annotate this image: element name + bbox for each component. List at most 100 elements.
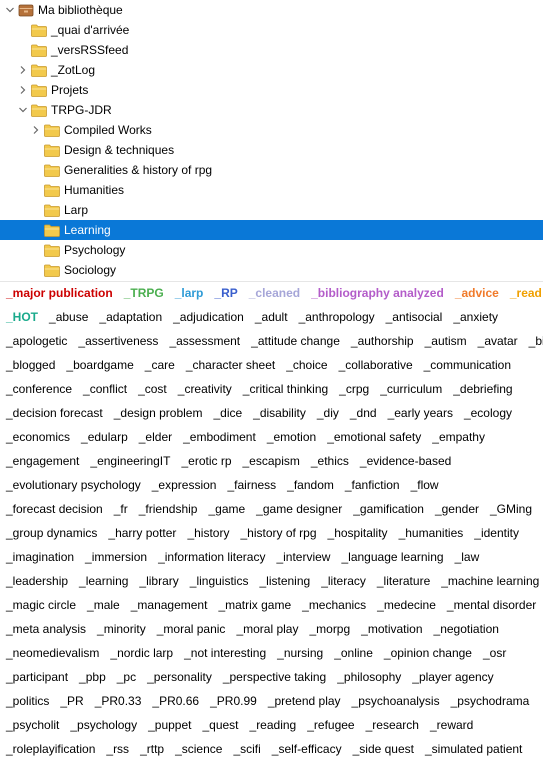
tag-matrix-game[interactable]: _matrix game bbox=[218, 598, 291, 612]
tag-anthropology[interactable]: _anthropology bbox=[299, 310, 375, 324]
collection-generalities-history-of-rpg[interactable]: Generalities & history of rpg bbox=[0, 160, 543, 180]
tag-bias[interactable]: _bias bbox=[529, 334, 543, 348]
tag-cleaned[interactable]: _cleaned bbox=[249, 286, 300, 300]
tag-read[interactable]: _read bbox=[510, 286, 542, 300]
tag-evolutionary-psychology[interactable]: _evolutionary psychology bbox=[6, 478, 141, 492]
tag-science[interactable]: _science bbox=[175, 742, 222, 756]
tag-attitude-change[interactable]: _attitude change bbox=[251, 334, 340, 348]
tag-pretend-play[interactable]: _pretend play bbox=[268, 694, 341, 708]
tag-avatar[interactable]: _avatar bbox=[478, 334, 518, 348]
tag-hospitality[interactable]: _hospitality bbox=[328, 526, 388, 540]
tag-game-designer[interactable]: _game designer bbox=[256, 502, 342, 516]
tag-engineeringit[interactable]: _engineeringIT bbox=[90, 454, 170, 468]
tag-rttp[interactable]: _rttp bbox=[140, 742, 164, 756]
tag-game[interactable]: _game bbox=[208, 502, 245, 516]
tag-forecast-decision[interactable]: _forecast decision bbox=[6, 502, 103, 516]
tag-anxiety[interactable]: _anxiety bbox=[453, 310, 498, 324]
collection-design-techniques[interactable]: Design & techniques bbox=[0, 140, 543, 160]
tag-cost[interactable]: _cost bbox=[138, 382, 167, 396]
tag-leadership[interactable]: _leadership bbox=[6, 574, 68, 588]
tag-diy[interactable]: _diy bbox=[317, 406, 339, 420]
tag-hot[interactable]: _HOT bbox=[6, 310, 38, 324]
tag-critical-thinking[interactable]: _critical thinking bbox=[243, 382, 328, 396]
tag-disability[interactable]: _disability bbox=[253, 406, 306, 420]
collection-learning[interactable]: Learning bbox=[0, 220, 543, 240]
tag-embodiment[interactable]: _embodiment bbox=[183, 430, 256, 444]
tag-player-agency[interactable]: _player agency bbox=[412, 670, 493, 684]
tag-emotional-safety[interactable]: _emotional safety bbox=[327, 430, 421, 444]
tag-interview[interactable]: _interview bbox=[276, 550, 330, 564]
tag-pr0-99[interactable]: _PR0.99 bbox=[210, 694, 257, 708]
tag-communication[interactable]: _communication bbox=[424, 358, 511, 372]
tag-law[interactable]: _law bbox=[455, 550, 480, 564]
tag-character-sheet[interactable]: _character sheet bbox=[186, 358, 275, 372]
tag-meta-analysis[interactable]: _meta analysis bbox=[6, 622, 86, 636]
tag-nordic-larp[interactable]: _nordic larp bbox=[110, 646, 173, 660]
tag-elder[interactable]: _elder bbox=[139, 430, 172, 444]
tag-immersion[interactable]: _immersion bbox=[85, 550, 147, 564]
chevron-right-icon[interactable] bbox=[31, 125, 41, 135]
collection-larp[interactable]: Larp bbox=[0, 200, 543, 220]
chevron-down-icon[interactable] bbox=[18, 105, 28, 115]
tag-dnd[interactable]: _dnd bbox=[350, 406, 377, 420]
tag-ethics[interactable]: _ethics bbox=[311, 454, 349, 468]
tag-humanities[interactable]: _humanities bbox=[399, 526, 464, 540]
tag-care[interactable]: _care bbox=[145, 358, 175, 372]
tag-literature[interactable]: _literature bbox=[377, 574, 430, 588]
tag-moral-panic[interactable]: _moral panic bbox=[157, 622, 226, 636]
tag-self-efficacy[interactable]: _self-efficacy bbox=[272, 742, 342, 756]
chevron-right-icon[interactable] bbox=[18, 85, 28, 95]
tag-assertiveness[interactable]: _assertiveness bbox=[78, 334, 158, 348]
tag-politics[interactable]: _politics bbox=[6, 694, 49, 708]
tag-authorship[interactable]: _authorship bbox=[351, 334, 414, 348]
tag-ecology[interactable]: _ecology bbox=[464, 406, 512, 420]
tag-fr[interactable]: _fr bbox=[114, 502, 128, 516]
collection-versrssfeed[interactable]: _versRSSfeed bbox=[0, 40, 543, 60]
tag-reward[interactable]: _reward bbox=[430, 718, 473, 732]
tag-opinion-change[interactable]: _opinion change bbox=[384, 646, 472, 660]
tag-perspective-taking[interactable]: _perspective taking bbox=[223, 670, 326, 684]
tag-medecine[interactable]: _medecine bbox=[377, 598, 436, 612]
tag-management[interactable]: _management bbox=[131, 598, 208, 612]
tag-scifi[interactable]: _scifi bbox=[233, 742, 260, 756]
tag-mechanics[interactable]: _mechanics bbox=[302, 598, 366, 612]
tag-gamification[interactable]: _gamification bbox=[353, 502, 424, 516]
tag-curriculum[interactable]: _curriculum bbox=[380, 382, 442, 396]
tag-engagement[interactable]: _engagement bbox=[6, 454, 79, 468]
tag-literacy[interactable]: _literacy bbox=[321, 574, 366, 588]
tag-side-quest[interactable]: _side quest bbox=[353, 742, 414, 756]
tag-group-dynamics[interactable]: _group dynamics bbox=[6, 526, 97, 540]
tag-economics[interactable]: _economics bbox=[6, 430, 70, 444]
tag-debriefing[interactable]: _debriefing bbox=[453, 382, 512, 396]
tag-dice[interactable]: _dice bbox=[213, 406, 242, 420]
tag-collaborative[interactable]: _collaborative bbox=[339, 358, 413, 372]
tag-motivation[interactable]: _motivation bbox=[361, 622, 422, 636]
tag-early-years[interactable]: _early years bbox=[388, 406, 453, 420]
tag-mental-disorder[interactable]: _mental disorder bbox=[447, 598, 536, 612]
tag-identity[interactable]: _identity bbox=[474, 526, 519, 540]
tag-personality[interactable]: _personality bbox=[147, 670, 212, 684]
tag-fanfiction[interactable]: _fanfiction bbox=[345, 478, 400, 492]
tag-library[interactable]: _library bbox=[139, 574, 178, 588]
tag-boardgame[interactable]: _boardgame bbox=[66, 358, 133, 372]
tag-creativity[interactable]: _creativity bbox=[178, 382, 232, 396]
tag-gming[interactable]: _GMing bbox=[490, 502, 532, 516]
tag-adjudication[interactable]: _adjudication bbox=[173, 310, 244, 324]
tag-nursing[interactable]: _nursing bbox=[277, 646, 323, 660]
tag-imagination[interactable]: _imagination bbox=[6, 550, 74, 564]
tag-abuse[interactable]: _abuse bbox=[49, 310, 88, 324]
tag-choice[interactable]: _choice bbox=[286, 358, 327, 372]
tag-negotiation[interactable]: _negotiation bbox=[434, 622, 499, 636]
tag-neomedievalism[interactable]: _neomedievalism bbox=[6, 646, 99, 660]
tag-rss[interactable]: _rss bbox=[106, 742, 129, 756]
collection-projets[interactable]: Projets bbox=[0, 80, 543, 100]
tag-escapism[interactable]: _escapism bbox=[243, 454, 300, 468]
tag-advice[interactable]: _advice bbox=[455, 286, 499, 300]
tag-emotion[interactable]: _emotion bbox=[267, 430, 316, 444]
tag-trpg[interactable]: _TRPG bbox=[124, 286, 164, 300]
tag-conference[interactable]: _conference bbox=[6, 382, 72, 396]
tag-conflict[interactable]: _conflict bbox=[83, 382, 127, 396]
tag-design-problem[interactable]: _design problem bbox=[114, 406, 203, 420]
tag-larp[interactable]: _larp bbox=[175, 286, 204, 300]
tag-rp[interactable]: _RP bbox=[214, 286, 237, 300]
